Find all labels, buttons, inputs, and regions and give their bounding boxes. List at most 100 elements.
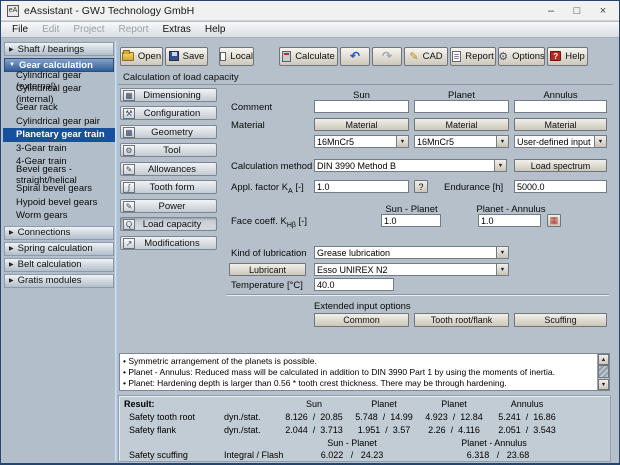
material-label: Material — [231, 120, 265, 131]
calc-method-select[interactable]: DIN 3990 Method B ▼ — [314, 159, 507, 172]
menu-help[interactable]: Help — [198, 24, 233, 35]
note-line: • Symmetric arrangement of the planets i… — [123, 356, 595, 367]
endurance-input[interactable] — [514, 180, 607, 193]
appl-factor-label: Appl. factor KA [-] — [231, 182, 304, 195]
local-toggle[interactable]: Local — [219, 47, 254, 66]
sidebar-section-spring-calculation[interactable]: ▶ Spring calculation — [4, 242, 114, 256]
lubricant-button[interactable]: Lubricant — [229, 263, 306, 276]
table-row: Safety scuffing Integral / Flash 6.022 /… — [119, 450, 610, 461]
face-coeff-input-planet-annulus[interactable] — [478, 214, 541, 227]
maximize-button[interactable]: □ — [571, 5, 583, 17]
sidebar-item-bevel-gears[interactable]: Bevel gears - straight/helical — [3, 169, 115, 183]
sidebar-item-hypoid-bevel-gears[interactable]: Hypoid bevel gears — [3, 196, 115, 210]
nav-modifications-button[interactable]: ↗ Modifications — [120, 236, 217, 250]
menu-edit: Edit — [35, 24, 66, 35]
note-line: • Planet: Hardening depth is larger than… — [123, 378, 595, 389]
material-select-sun[interactable]: 16MnCr5 ▼ — [314, 135, 409, 148]
nav-power-button[interactable]: ✎ Power — [120, 199, 217, 213]
nav-geometry-button[interactable]: ▦ Geometry — [120, 125, 217, 139]
menu-project: Project — [66, 24, 111, 35]
menu-extras[interactable]: Extras — [156, 24, 198, 35]
chevron-down-icon[interactable]: ▼ — [496, 136, 508, 147]
sidebar-item-3-gear-train[interactable]: 3-Gear train — [3, 142, 115, 156]
load-spectrum-button[interactable]: Load spectrum — [514, 159, 607, 172]
face-coeff-input-sun-planet[interactable] — [381, 214, 441, 227]
sidebar-section-gratis-modules[interactable]: ▶ Gratis modules — [4, 274, 114, 288]
lubrication-select[interactable]: Grease lubrication ▼ — [314, 246, 509, 259]
comment-input-planet[interactable] — [414, 100, 509, 113]
temperature-input[interactable] — [314, 278, 394, 291]
sidebar-section-belt-calculation[interactable]: ▶ Belt calculation — [4, 258, 114, 272]
toolbar: Open Save Local Calculate ↶ ↷ ✎ CAD Repo… — [118, 46, 613, 66]
close-button[interactable]: × — [597, 5, 609, 17]
chevron-down-icon[interactable]: ▼ — [396, 136, 408, 147]
menu-file[interactable]: File — [5, 24, 35, 35]
sidebar-item-cylindrical-gear-pair[interactable]: Cylindrical gear pair — [3, 115, 115, 129]
chevron-down-icon[interactable]: ▼ — [496, 264, 508, 275]
scroll-down-icon[interactable]: ▼ — [598, 379, 609, 390]
chevron-down-icon[interactable]: ▼ — [494, 160, 506, 171]
appl-factor-input[interactable] — [314, 180, 409, 193]
material-button-annulus[interactable]: Material — [514, 118, 607, 131]
options-button[interactable]: ⚙ Options — [498, 47, 545, 66]
nav-tooth-form-button[interactable]: ∫ Tooth form — [120, 180, 217, 194]
report-document-icon — [452, 51, 461, 62]
material-button-sun[interactable]: Material — [314, 118, 409, 131]
sidebar-item-planetary-gear-train[interactable]: Planetary gear train — [3, 128, 115, 142]
comment-input-annulus[interactable] — [514, 100, 607, 113]
open-button[interactable]: Open — [120, 47, 163, 66]
power-icon: ✎ — [123, 201, 135, 212]
report-button[interactable]: Report — [450, 47, 496, 66]
scroll-up-icon[interactable]: ▲ — [598, 354, 609, 365]
notes-scrollbar[interactable]: ▲ ▼ — [597, 354, 609, 390]
scuffing-button[interactable]: Scuffing — [514, 313, 607, 327]
collapsed-arrow-icon: ▶ — [9, 261, 14, 268]
nav-dimensioning-button[interactable]: ▦ Dimensioning — [120, 88, 217, 102]
calculate-button[interactable]: Calculate — [279, 47, 338, 66]
material-button-planet[interactable]: Material — [414, 118, 509, 131]
nav-configuration-button[interactable]: ⚒ Configuration — [120, 106, 217, 120]
app-icon: eA — [7, 5, 19, 17]
endurance-label: Endurance [h] — [444, 182, 503, 193]
sidebar-item-worm-gears[interactable]: Worm gears — [3, 209, 115, 223]
collapsed-arrow-icon: ▶ — [9, 46, 14, 53]
sidebar-section-shaft-bearings[interactable]: ▶ Shaft / bearings — [4, 42, 114, 56]
collapsed-arrow-icon: ▶ — [9, 277, 14, 284]
geometry-icon: ▦ — [123, 127, 135, 138]
comment-input-sun[interactable] — [314, 100, 409, 113]
material-select-annulus[interactable]: User-defined input ▼ — [514, 135, 607, 148]
appl-factor-help-button[interactable]: ? — [414, 180, 428, 193]
app-window: eA eAssistant - GWJ Technology GmbH – □ … — [0, 0, 620, 465]
load-capacity-icon: Q — [123, 219, 135, 230]
nav-load-capacity-button[interactable]: Q Load capacity — [120, 217, 217, 231]
sidebar-item-cylindrical-gear-internal[interactable]: Cylindrical gear (internal) — [3, 88, 115, 102]
chevron-down-icon[interactable]: ▼ — [496, 247, 508, 258]
minimize-button[interactable]: – — [545, 5, 557, 17]
face-coeff-label: Face coeff. KHβ [-] — [231, 216, 307, 229]
comment-label: Comment — [231, 102, 272, 113]
calc-method-label: Calculation method — [231, 161, 312, 172]
cad-button[interactable]: ✎ CAD — [404, 47, 448, 66]
sidebar-section-connections[interactable]: ▶ Connections — [4, 226, 114, 240]
local-checkbox[interactable] — [220, 52, 226, 61]
tooth-rootflank-button[interactable]: Tooth root/flank — [414, 313, 509, 327]
result-col-annulus: Annulus — [479, 399, 575, 409]
help-button[interactable]: ? Help — [547, 47, 588, 66]
tool-icon: ⚙ — [123, 145, 135, 156]
configuration-icon: ⚒ — [123, 108, 135, 119]
material-select-planet[interactable]: 16MnCr5 ▼ — [414, 135, 509, 148]
lubricant-select[interactable]: Esso UNIREX N2 ▼ — [314, 263, 509, 276]
nav-tool-button[interactable]: ⚙ Tool — [120, 143, 217, 157]
sidebar: ▶ Shaft / bearings ▼ Gear calculation Cy… — [3, 41, 115, 461]
window-title: eAssistant - GWJ Technology GmbH — [24, 5, 540, 17]
page-title: Calculation of load capacity — [118, 70, 613, 85]
undo-icon: ↶ — [350, 49, 360, 63]
redo-icon: ↷ — [382, 49, 392, 63]
common-button[interactable]: Common — [314, 313, 409, 327]
nav-allowances-button[interactable]: ✎ Allowances — [120, 162, 217, 176]
scrollbar-thumb[interactable] — [598, 365, 609, 378]
chevron-down-icon[interactable]: ▼ — [594, 136, 606, 147]
undo-button[interactable]: ↶ — [340, 47, 370, 66]
save-button[interactable]: Save — [165, 47, 208, 66]
face-coeff-calculator-button[interactable]: ▦ — [547, 214, 561, 227]
